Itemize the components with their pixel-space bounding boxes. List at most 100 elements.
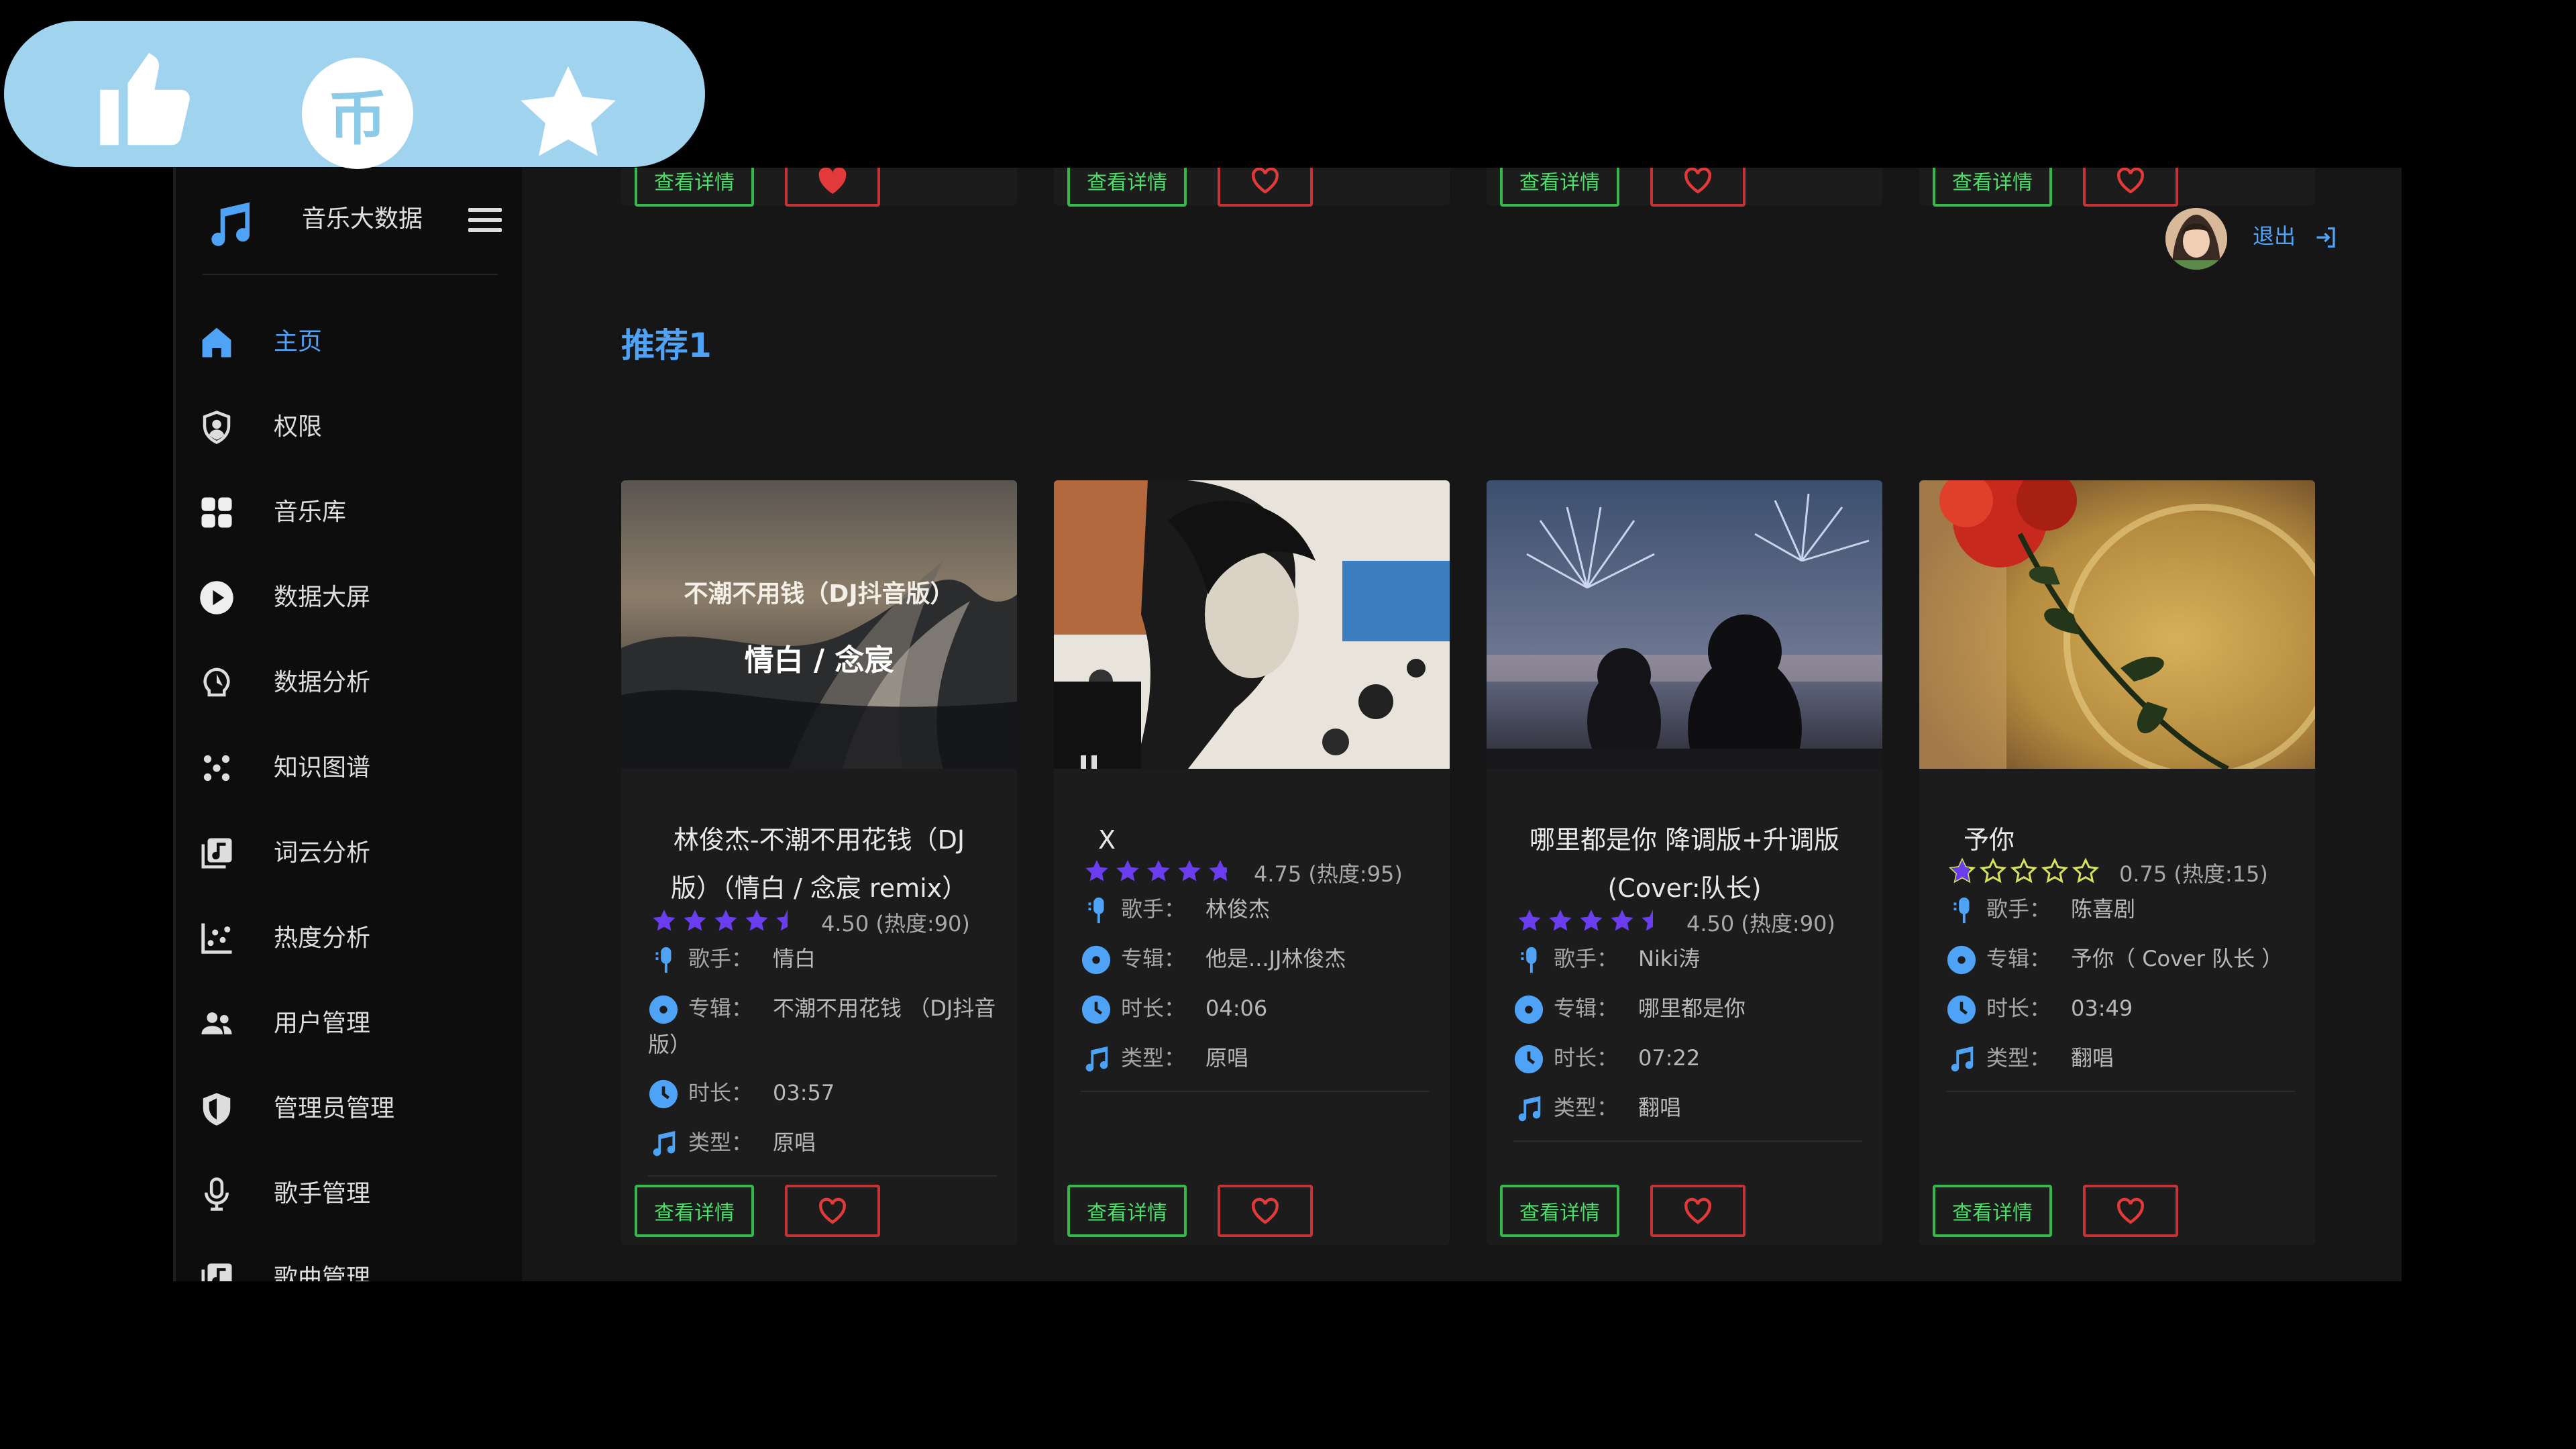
heart-outline-icon bbox=[1252, 168, 1279, 194]
logout-link[interactable]: 退出 bbox=[2253, 221, 2296, 251]
sidebar-item-song-management[interactable]: 歌曲管理 bbox=[176, 1245, 525, 1281]
card-divider bbox=[1513, 1140, 1862, 1142]
star-filled-icon bbox=[1116, 860, 1139, 881]
like-button[interactable] bbox=[1218, 1185, 1313, 1237]
like-thumb-button[interactable] bbox=[90, 44, 203, 154]
star-filled-icon bbox=[1580, 910, 1603, 931]
view-details-button[interactable]: 查看详情 bbox=[1933, 168, 2052, 207]
album-label: 专辑： bbox=[1121, 946, 1186, 971]
sidebar-item-wordcloud[interactable]: 词云分析 bbox=[176, 820, 525, 887]
clock-icon bbox=[1514, 1044, 1544, 1074]
clock-icon bbox=[649, 1079, 678, 1109]
play-circle-icon bbox=[200, 581, 233, 614]
coin-button[interactable]: 币 bbox=[302, 58, 413, 169]
view-details-button[interactable]: 查看详情 bbox=[1067, 1185, 1187, 1237]
song-card: X 4.75 (热度:95) 歌手： 林俊杰 专辑： 他是...JJ林俊杰 时长： 0… bbox=[1054, 480, 1450, 1245]
singer-label: 歌手： bbox=[1121, 896, 1186, 922]
song-title-line: (Cover:队长) bbox=[1607, 873, 1762, 903]
sidebar-item-user-management[interactable]: 用户管理 bbox=[176, 990, 525, 1057]
view-details-button[interactable]: 查看详情 bbox=[635, 168, 754, 207]
hamburger-menu-icon[interactable] bbox=[468, 208, 502, 232]
like-button[interactable] bbox=[1218, 168, 1313, 207]
duration-value: 03:49 bbox=[2071, 996, 2133, 1021]
like-button[interactable] bbox=[785, 1185, 880, 1237]
home-icon bbox=[202, 327, 231, 358]
sidebar-item-singer-management[interactable]: 歌手管理 bbox=[176, 1161, 525, 1228]
sidebar-item-label: 歌曲管理 bbox=[274, 1265, 371, 1281]
duration-value: 04:06 bbox=[1205, 996, 1268, 1021]
sidebar-item-home[interactable]: 主页 bbox=[176, 309, 525, 376]
previous-card-bottom: 查看详情 bbox=[1487, 168, 1882, 207]
star-rating-row bbox=[1516, 908, 1670, 937]
main-content: 查看详情 查看详情 查看详情 查看详情 退出 推荐1 不潮不用钱（DJ抖音版） … bbox=[522, 168, 2402, 1281]
action-pill: 币 bbox=[4, 21, 705, 169]
sidebar-item-label: 词云分析 bbox=[274, 839, 371, 867]
sidebar-item-knowledge-graph[interactable]: 知识图谱 bbox=[176, 735, 525, 802]
disc-icon bbox=[1947, 945, 1976, 975]
album-value: 予你（ Cover 队长 ） bbox=[2071, 946, 2284, 971]
singer-row: 歌手： 陈喜剧 bbox=[1946, 891, 2295, 927]
sidebar-item-label: 歌手管理 bbox=[274, 1180, 371, 1208]
user-avatar[interactable] bbox=[2165, 208, 2227, 270]
type-label: 类型： bbox=[1986, 1045, 2051, 1071]
sidebar-item-label: 用户管理 bbox=[274, 1010, 371, 1037]
logout-icon[interactable] bbox=[2314, 225, 2338, 250]
rating-score: 0.75 (热度:15) bbox=[2119, 861, 2268, 887]
like-button[interactable] bbox=[785, 168, 880, 207]
scatter-chart-icon bbox=[201, 923, 232, 954]
duration-label: 时长： bbox=[688, 1080, 753, 1106]
album-cover-image bbox=[1487, 480, 1882, 769]
sidebar-item-label: 权限 bbox=[274, 413, 323, 441]
type-row: 类型： 翻唱 bbox=[1513, 1089, 1862, 1126]
song-card: 不潮不用钱（DJ抖音版） 情白 / 念宸 林俊杰-不潮不用花钱（DJ 版）（情白… bbox=[621, 480, 1017, 1245]
duration-label: 时长： bbox=[1121, 996, 1186, 1021]
music-note-icon bbox=[1518, 1095, 1541, 1122]
music-note-icon bbox=[1085, 1046, 1108, 1072]
song-title: 哪里都是你 降调版+升调版 (Cover:队长) bbox=[1513, 816, 1856, 912]
view-details-button[interactable]: 查看详情 bbox=[635, 1185, 754, 1237]
previous-card-bottom: 查看详情 bbox=[1054, 168, 1450, 207]
sidebar-item-heat-analysis[interactable]: 热度分析 bbox=[176, 905, 525, 972]
view-details-button[interactable]: 查看详情 bbox=[1933, 1185, 2052, 1237]
sidebar-item-label: 热度分析 bbox=[274, 924, 371, 952]
type-value: 原唱 bbox=[1205, 1045, 1249, 1071]
like-button[interactable] bbox=[1650, 168, 1746, 207]
sidebar-item-permissions[interactable]: 权限 bbox=[176, 394, 525, 461]
duration-label: 时长： bbox=[1554, 1045, 1619, 1071]
star-rating-row bbox=[1083, 858, 1238, 888]
rating-stars: 4.50 (热度:90) bbox=[1516, 907, 1835, 938]
microphone-icon bbox=[205, 1177, 229, 1211]
duration-value: 03:57 bbox=[773, 1080, 835, 1106]
app-name: 音乐大数据 bbox=[302, 205, 423, 233]
sidebar-item-music-library[interactable]: 音乐库 bbox=[176, 479, 525, 546]
view-details-button[interactable]: 查看详情 bbox=[1500, 168, 1619, 207]
sidebar-item-data-screen[interactable]: 数据大屏 bbox=[176, 564, 525, 631]
cover-artist-text: 情白 / 念宸 bbox=[744, 643, 894, 678]
duration-row: 时长： 03:57 bbox=[648, 1075, 997, 1111]
cover-title-text: 不潮不用钱（DJ抖音版） bbox=[684, 580, 955, 608]
star-filled-icon bbox=[1611, 910, 1633, 931]
song-card: 予你 0.75 (热度:15) 歌手： 陈喜剧 专辑： 予你（ Cover 队长 ）… bbox=[1919, 480, 2315, 1245]
view-details-button[interactable]: 查看详情 bbox=[1067, 168, 1187, 207]
sidebar-item-data-analysis[interactable]: 数据分析 bbox=[176, 649, 525, 716]
sidebar-item-admin-management[interactable]: 管理员管理 bbox=[176, 1075, 525, 1142]
rating-score: 4.75 (热度:95) bbox=[1254, 861, 1403, 887]
singer-value: 陈喜剧 bbox=[2071, 896, 2136, 922]
like-button[interactable] bbox=[1650, 1185, 1746, 1237]
microphone-icon bbox=[1953, 897, 1970, 924]
heart-outline-icon bbox=[819, 1197, 846, 1224]
star-rating-row bbox=[1948, 857, 2103, 888]
album-label: 专辑： bbox=[1554, 996, 1619, 1021]
like-button[interactable] bbox=[2083, 168, 2178, 207]
star-empty-icon bbox=[2010, 857, 2038, 883]
album-cover-image: 不潮不用钱（DJ抖音版） 情白 / 念宸 bbox=[621, 480, 1017, 769]
star-filled-icon bbox=[1147, 860, 1170, 881]
view-details-button[interactable]: 查看详情 bbox=[1500, 1185, 1619, 1237]
sidebar-item-label: 知识图谱 bbox=[274, 754, 371, 782]
wordcloud-icon bbox=[201, 838, 232, 869]
favorite-star-button[interactable] bbox=[511, 58, 625, 172]
type-row: 类型： 原唱 bbox=[1081, 1040, 1430, 1076]
like-button[interactable] bbox=[2083, 1185, 2178, 1237]
disc-icon bbox=[1081, 945, 1111, 975]
star-icon bbox=[521, 66, 616, 156]
